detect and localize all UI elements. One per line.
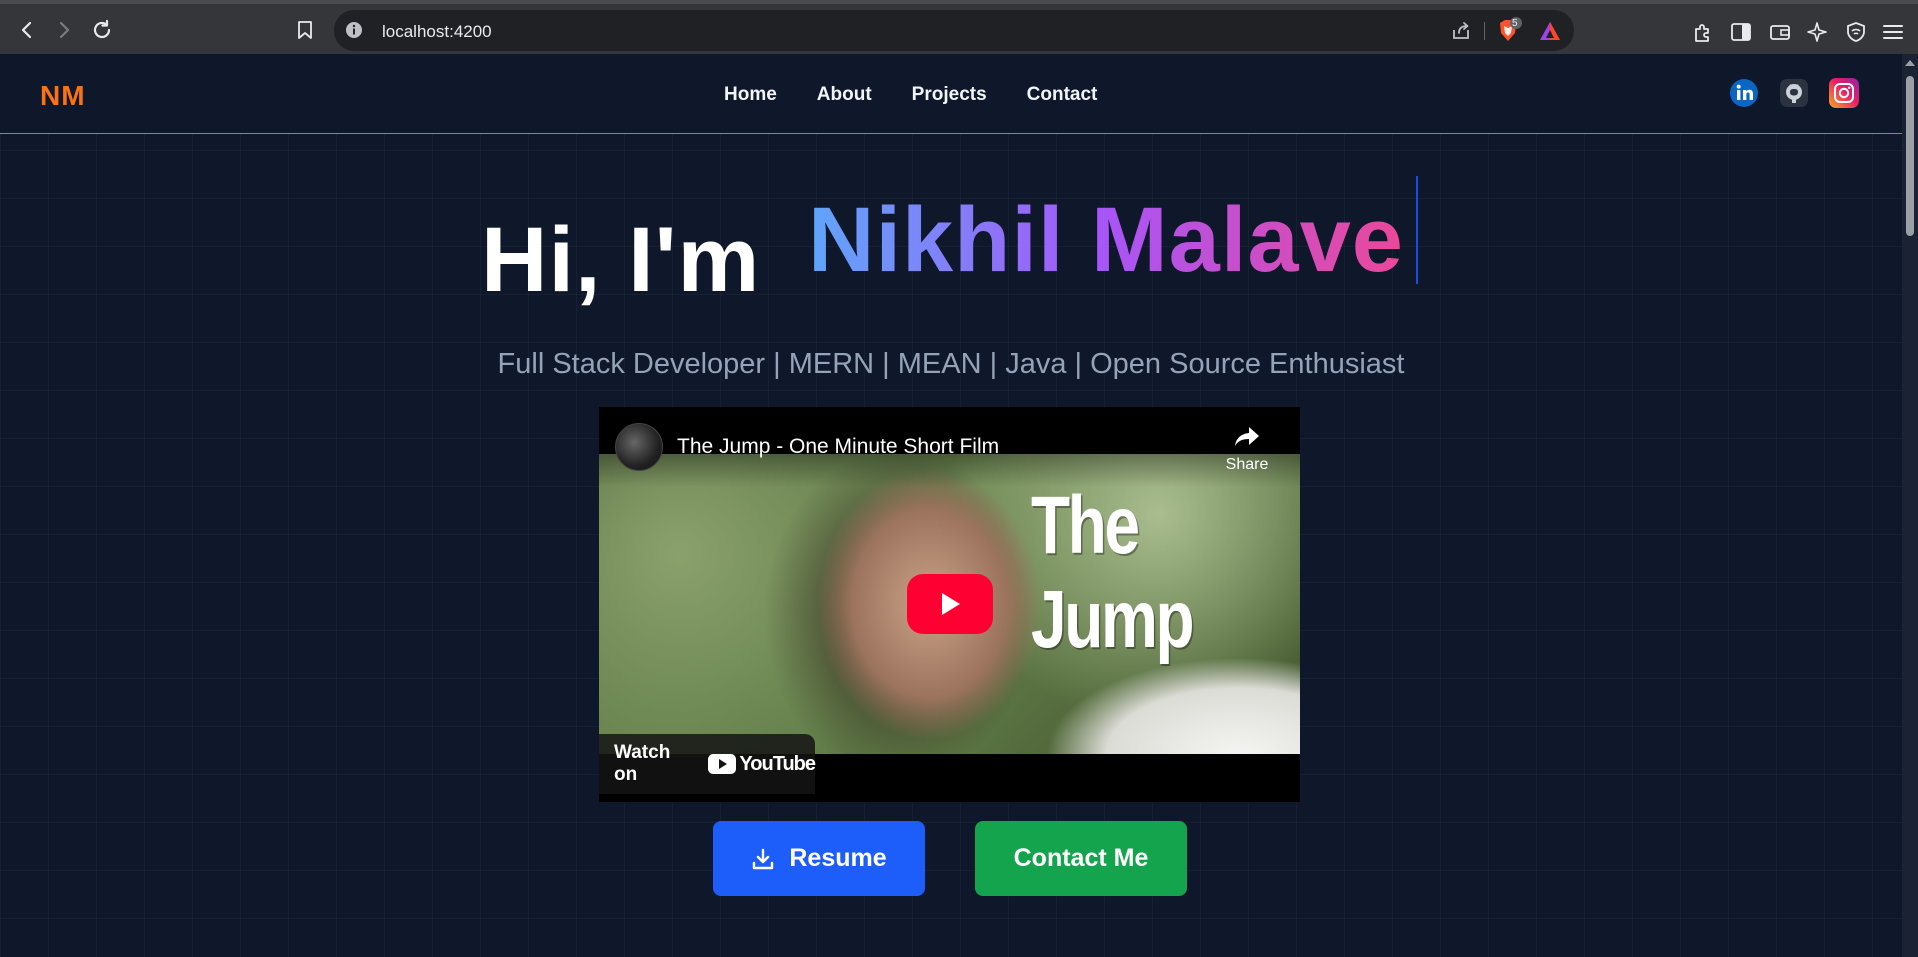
share-button[interactable]: Share bbox=[1217, 425, 1277, 474]
brave-shield-icon[interactable]: 5 bbox=[1496, 17, 1522, 41]
typing-caret bbox=[1416, 176, 1418, 284]
vpn-icon[interactable] bbox=[1843, 19, 1869, 45]
watch-on-youtube-button[interactable]: Watch on YouTube bbox=[599, 734, 816, 794]
nav-link-about[interactable]: About bbox=[817, 84, 872, 106]
play-icon bbox=[942, 593, 960, 615]
site-logo[interactable]: NM bbox=[40, 80, 86, 112]
browser-toolbar: localhost:4200 5 bbox=[0, 0, 1918, 54]
url-text[interactable]: localhost:4200 bbox=[382, 22, 492, 42]
github-icon[interactable] bbox=[1779, 78, 1809, 108]
brave-rewards-icon[interactable] bbox=[1538, 20, 1562, 42]
channel-avatar[interactable] bbox=[615, 423, 663, 471]
leo-ai-icon[interactable] bbox=[1805, 19, 1831, 45]
hero-greeting: Hi, I'm bbox=[481, 209, 761, 311]
nav-link-projects[interactable]: Projects bbox=[912, 84, 987, 106]
share-icon[interactable] bbox=[1450, 20, 1472, 42]
scrollbar-thumb[interactable] bbox=[1906, 76, 1914, 236]
contact-me-button[interactable]: Contact Me bbox=[975, 821, 1187, 896]
play-button[interactable] bbox=[907, 574, 993, 634]
sidebar-icon[interactable] bbox=[1728, 19, 1754, 45]
instagram-icon[interactable] bbox=[1829, 78, 1859, 108]
share-label: Share bbox=[1225, 456, 1269, 473]
scroll-up-arrow-icon[interactable] bbox=[1905, 60, 1915, 66]
resume-button[interactable]: Resume bbox=[713, 821, 925, 896]
forward-icon[interactable] bbox=[49, 15, 79, 45]
youtube-embed[interactable]: The Jump The Jump - One Minute Short Fil… bbox=[599, 407, 1300, 802]
menu-icon[interactable] bbox=[1880, 19, 1906, 45]
back-icon[interactable] bbox=[12, 15, 42, 45]
url-divider bbox=[1484, 22, 1485, 40]
resume-label: Resume bbox=[789, 844, 887, 872]
nav-link-contact[interactable]: Contact bbox=[1027, 84, 1098, 106]
hero-name: Nikhil Malave bbox=[808, 189, 1404, 291]
page-viewport: NM Home About Projects Contact Hi, I'm N… bbox=[0, 54, 1902, 957]
page-scrollbar[interactable] bbox=[1902, 54, 1918, 957]
address-bar[interactable]: localhost:4200 5 bbox=[334, 10, 1574, 51]
reload-icon[interactable] bbox=[87, 15, 117, 45]
youtube-icon bbox=[708, 754, 737, 774]
wallet-icon[interactable] bbox=[1767, 19, 1793, 45]
thumbnail-title-text: The Jump bbox=[1031, 480, 1195, 665]
video-title[interactable]: The Jump - One Minute Short Film bbox=[677, 435, 999, 459]
nav-link-home[interactable]: Home bbox=[724, 84, 777, 106]
extensions-icon[interactable] bbox=[1690, 19, 1716, 45]
watch-on-label: Watch on bbox=[614, 742, 671, 785]
linkedin-icon[interactable] bbox=[1729, 78, 1759, 108]
main-nav: Home About Projects Contact bbox=[724, 84, 1097, 106]
shield-badge-count: 5 bbox=[1512, 18, 1518, 29]
site-navbar: NM Home About Projects Contact bbox=[0, 54, 1902, 134]
download-icon bbox=[753, 848, 774, 869]
hero-subtitle: Full Stack Developer | MERN | MEAN | Jav… bbox=[497, 348, 1405, 380]
youtube-logo: YouTube bbox=[708, 752, 816, 776]
share-arrow-icon bbox=[1235, 427, 1259, 446]
youtube-wordmark: YouTube bbox=[739, 752, 816, 775]
info-icon[interactable] bbox=[344, 20, 364, 40]
bookmark-icon[interactable] bbox=[290, 15, 320, 45]
